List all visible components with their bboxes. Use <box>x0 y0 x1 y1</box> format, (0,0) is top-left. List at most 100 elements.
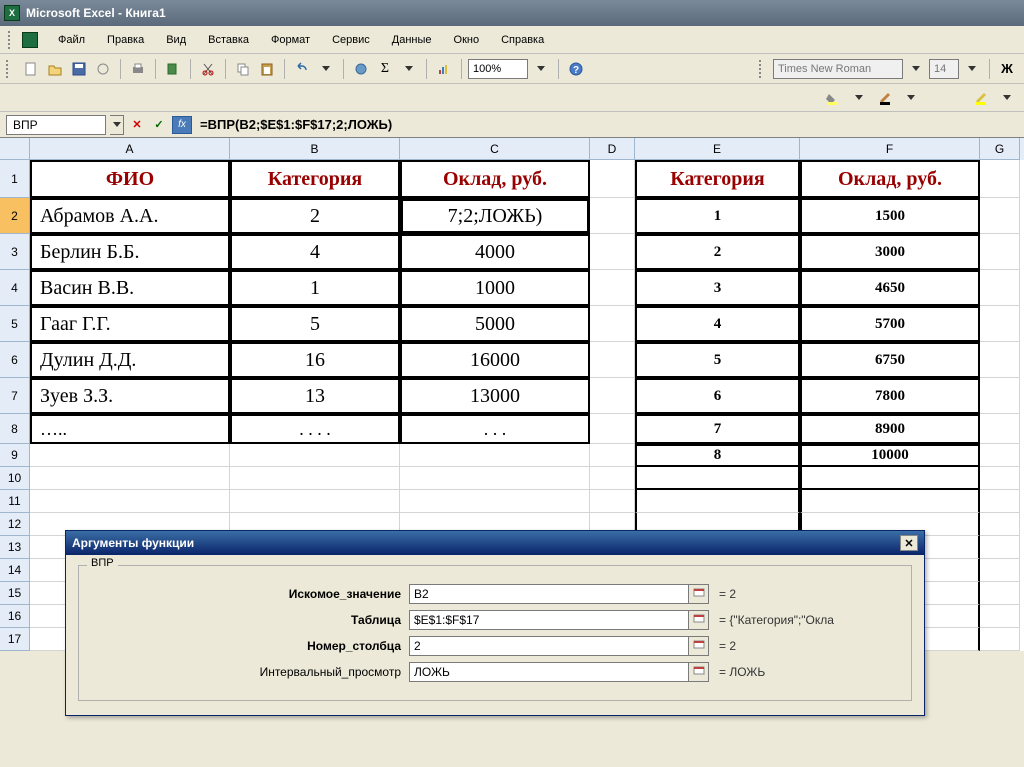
cell[interactable] <box>230 467 400 490</box>
highlight-icon[interactable] <box>970 87 992 109</box>
cell[interactable]: Категория <box>230 160 400 198</box>
range-picker-icon[interactable] <box>689 584 709 604</box>
cell[interactable]: Оклад, руб. <box>400 160 590 198</box>
cell[interactable] <box>980 306 1020 342</box>
col-header[interactable]: F <box>800 138 980 160</box>
cell[interactable]: 7 <box>635 414 800 444</box>
cell[interactable] <box>590 342 635 378</box>
cell[interactable] <box>980 414 1020 444</box>
row-header[interactable]: 2 <box>0 198 30 234</box>
row-header[interactable]: 14 <box>0 559 30 582</box>
range-picker-icon[interactable] <box>689 636 709 656</box>
cell[interactable]: 16000 <box>400 342 590 378</box>
cell[interactable] <box>980 378 1020 414</box>
permission-icon[interactable] <box>92 58 114 80</box>
chevron-down-icon[interactable] <box>900 87 922 109</box>
cell[interactable] <box>980 628 1020 651</box>
chevron-down-icon[interactable] <box>996 87 1018 109</box>
active-cell[interactable]: 7;2;ЛОЖЬ) <box>400 198 590 234</box>
cell[interactable]: ФИО <box>30 160 230 198</box>
col-header[interactable]: C <box>400 138 590 160</box>
col-header[interactable]: D <box>590 138 635 160</box>
cell[interactable]: 3 <box>635 270 800 306</box>
cell[interactable]: Категория <box>635 160 800 198</box>
cell[interactable]: Абрамов А.А. <box>30 198 230 234</box>
cell[interactable]: 4 <box>635 306 800 342</box>
undo-icon[interactable] <box>291 58 313 80</box>
print-icon[interactable] <box>127 58 149 80</box>
menu-edit[interactable]: Правка <box>97 31 154 49</box>
range-picker-icon[interactable] <box>689 610 709 630</box>
menu-help[interactable]: Справка <box>491 31 554 49</box>
cell[interactable] <box>980 490 1020 513</box>
row-header[interactable]: 4 <box>0 270 30 306</box>
cell[interactable]: 8900 <box>800 414 980 444</box>
chevron-down-icon[interactable] <box>315 58 337 80</box>
cell[interactable]: 13000 <box>400 378 590 414</box>
cell[interactable]: Васин В.В. <box>30 270 230 306</box>
close-icon[interactable]: ✕ <box>900 535 918 551</box>
row-header[interactable]: 3 <box>0 234 30 270</box>
cell[interactable] <box>590 467 635 490</box>
paste-icon[interactable] <box>256 58 278 80</box>
cell[interactable] <box>980 198 1020 234</box>
cell[interactable]: Оклад, руб. <box>800 160 980 198</box>
cell[interactable]: 4 <box>230 234 400 270</box>
font-size-selector[interactable]: 14 <box>929 59 959 79</box>
cell[interactable]: 13 <box>230 378 400 414</box>
menu-window[interactable]: Окно <box>444 31 490 49</box>
fill-color-icon[interactable] <box>822 87 844 109</box>
cell[interactable]: Зуев З.З. <box>30 378 230 414</box>
menu-tools[interactable]: Сервис <box>322 31 380 49</box>
cell[interactable]: 6750 <box>800 342 980 378</box>
row-header[interactable]: 8 <box>0 414 30 444</box>
cell[interactable]: 5 <box>230 306 400 342</box>
row-header[interactable]: 11 <box>0 490 30 513</box>
cell[interactable]: Дулин Д.Д. <box>30 342 230 378</box>
arg-input-table-array[interactable] <box>409 610 689 630</box>
cell[interactable] <box>980 559 1020 582</box>
cell[interactable]: 2 <box>635 234 800 270</box>
cell[interactable]: 10000 <box>800 444 980 467</box>
chevron-down-icon[interactable] <box>848 87 870 109</box>
research-icon[interactable] <box>162 58 184 80</box>
cell[interactable] <box>590 270 635 306</box>
cell[interactable] <box>980 342 1020 378</box>
cell[interactable]: 5 <box>635 342 800 378</box>
row-header[interactable]: 13 <box>0 536 30 559</box>
col-header[interactable]: G <box>980 138 1020 160</box>
copy-icon[interactable] <box>232 58 254 80</box>
cell[interactable] <box>980 536 1020 559</box>
help-icon[interactable]: ? <box>565 58 587 80</box>
cell[interactable]: Берлин Б.Б. <box>30 234 230 270</box>
line-color-icon[interactable] <box>874 87 896 109</box>
cell[interactable]: 1 <box>635 198 800 234</box>
range-picker-icon[interactable] <box>689 662 709 682</box>
cell[interactable] <box>980 160 1020 198</box>
row-header[interactable]: 12 <box>0 513 30 536</box>
cell[interactable] <box>230 490 400 513</box>
chevron-down-icon[interactable] <box>530 58 552 80</box>
menu-file[interactable]: Файл <box>48 31 95 49</box>
cell[interactable]: 7800 <box>800 378 980 414</box>
cell[interactable]: 16 <box>230 342 400 378</box>
cell[interactable] <box>800 490 980 513</box>
row-header[interactable]: 7 <box>0 378 30 414</box>
row-header[interactable]: 9 <box>0 444 30 467</box>
chevron-down-icon[interactable] <box>905 58 927 80</box>
menu-view[interactable]: Вид <box>156 31 196 49</box>
cell[interactable]: 8 <box>635 444 800 467</box>
bold-button[interactable]: Ж <box>996 58 1018 80</box>
cell[interactable] <box>980 270 1020 306</box>
cell[interactable] <box>635 467 800 490</box>
cell[interactable] <box>980 234 1020 270</box>
cell[interactable] <box>30 490 230 513</box>
col-header[interactable]: E <box>635 138 800 160</box>
cell[interactable]: ….. <box>30 414 230 444</box>
cell[interactable] <box>800 467 980 490</box>
hyperlink-icon[interactable] <box>350 58 372 80</box>
name-box-dropdown[interactable] <box>110 115 124 135</box>
save-icon[interactable] <box>68 58 90 80</box>
cancel-icon[interactable]: ✕ <box>128 116 146 134</box>
open-icon[interactable] <box>44 58 66 80</box>
